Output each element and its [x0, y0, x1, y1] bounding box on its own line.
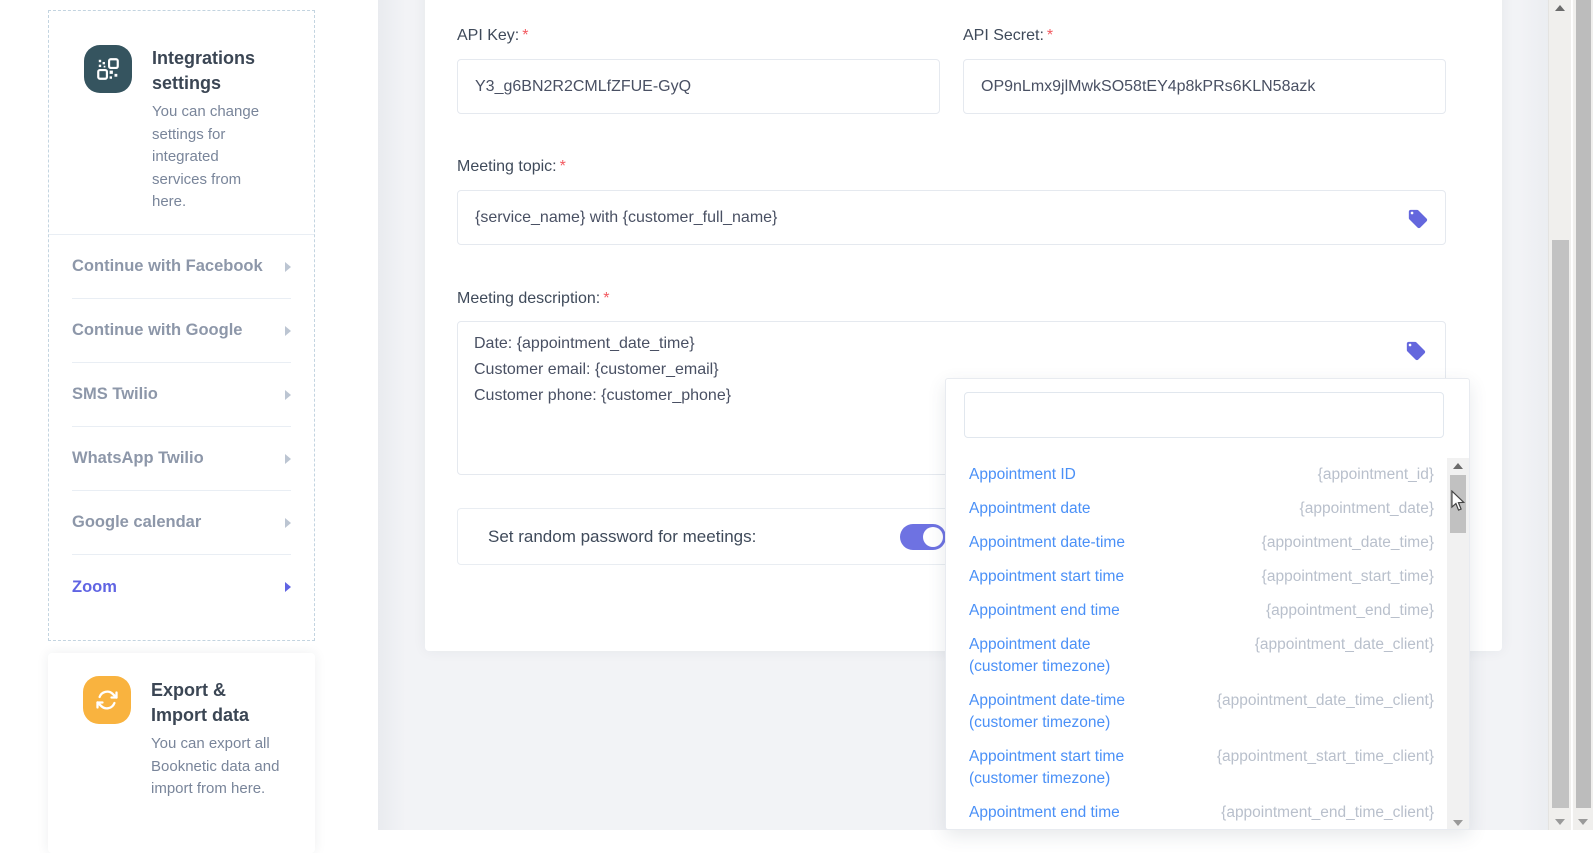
placeholder-list: Appointment ID {appointment_id} Appointm…	[969, 458, 1434, 830]
sidebar-nav-item-label: WhatsApp Twilio	[72, 449, 204, 468]
required-asterisk: *	[1047, 27, 1053, 44]
sidebar-nav-item-label: Google calendar	[72, 513, 201, 532]
required-asterisk: *	[603, 290, 609, 307]
tag-icon[interactable]	[1405, 340, 1427, 362]
placeholder-item-sublabel: (customer timezone)	[969, 712, 1125, 734]
sidebar-nav-item-label: SMS Twilio	[72, 385, 158, 404]
export-import-description: You can export all Booknetic data and im…	[151, 733, 286, 801]
placeholder-item-sublabel: (customer timezone)	[969, 768, 1124, 790]
qr-grid-icon	[84, 45, 132, 93]
scroll-down-icon[interactable]	[1578, 819, 1588, 825]
toggle-knob	[923, 527, 943, 547]
sidebar-nav-item[interactable]: Zoom	[72, 555, 291, 619]
chevron-right-icon	[285, 390, 291, 400]
scrollbar-thumb[interactable]	[1576, 0, 1591, 808]
integrations-nav: Continue with Facebook Continue with Goo…	[49, 234, 314, 619]
chevron-right-icon	[285, 454, 291, 464]
integrations-settings-card: Integrations settings You can change set…	[48, 10, 315, 641]
scroll-down-icon[interactable]	[1555, 819, 1565, 825]
placeholder-item-label: Appointment date-time	[969, 690, 1125, 712]
placeholder-item-label: Appointment date	[969, 498, 1091, 520]
random-password-toggle[interactable]	[900, 524, 946, 550]
export-import-title: Export & Import data	[151, 678, 271, 728]
sync-icon	[83, 676, 131, 724]
placeholder-item[interactable]: Appointment start time {appointment_star…	[969, 560, 1434, 594]
scroll-up-icon[interactable]	[1453, 463, 1463, 469]
placeholder-item[interactable]: Appointment date-time {appointment_date_…	[969, 526, 1434, 560]
placeholder-item-label: Appointment start time	[969, 566, 1124, 588]
placeholder-item-label: Appointment date	[969, 634, 1110, 656]
placeholder-item-label: Appointment date-time	[969, 532, 1125, 554]
placeholder-item[interactable]: Appointment end time {appointment_end_ti…	[969, 594, 1434, 628]
placeholder-item[interactable]: Appointment ID {appointment_id}	[969, 458, 1434, 492]
sidebar-nav-item-label: Continue with Google	[72, 321, 242, 340]
scroll-down-icon[interactable]	[1453, 820, 1463, 826]
placeholder-item[interactable]: Appointment start time (customer timezon…	[969, 740, 1434, 796]
placeholder-item-label: Appointment end time	[969, 802, 1120, 824]
integrations-settings-title: Integrations settings	[152, 46, 272, 96]
placeholder-item-code: {appointment_date_client}	[1255, 634, 1434, 656]
sidebar-nav-item[interactable]: Google calendar	[72, 491, 291, 555]
placeholder-item[interactable]: Appointment end time {appointment_end_ti…	[969, 796, 1434, 830]
mouse-cursor	[1450, 490, 1466, 517]
api-key-label: API Key:*	[457, 27, 528, 45]
placeholder-item-code: {appointment_start_time_client}	[1217, 746, 1434, 768]
sidebar-nav-item-label: Zoom	[72, 578, 117, 597]
meeting-description-label: Meeting description:*	[457, 290, 609, 308]
scrollbar-thumb[interactable]	[1552, 240, 1569, 808]
sidebar-nav-item[interactable]: WhatsApp Twilio	[72, 427, 291, 491]
chevron-right-icon	[285, 262, 291, 272]
scroll-up-icon[interactable]	[1555, 5, 1565, 11]
chevron-right-icon	[285, 326, 291, 336]
chevron-right-icon	[285, 582, 291, 592]
placeholder-item-code: {appointment_end_time}	[1266, 600, 1434, 622]
api-key-input[interactable]	[457, 59, 940, 114]
api-secret-label: API Secret:*	[963, 27, 1053, 45]
export-import-card: Export & Import data You can export all …	[48, 653, 315, 853]
sidebar-nav-item[interactable]: Continue with Facebook	[72, 235, 291, 299]
sidebar-nav-item[interactable]: Continue with Google	[72, 299, 291, 363]
tag-icon[interactable]	[1407, 208, 1429, 230]
placeholder-search-input[interactable]	[964, 392, 1444, 438]
required-asterisk: *	[522, 27, 528, 44]
placeholder-item-label: Appointment end time	[969, 600, 1120, 622]
api-secret-input[interactable]	[963, 59, 1446, 114]
placeholder-item-code: {appointment_date_time}	[1262, 532, 1434, 554]
placeholder-item[interactable]: Appointment date-time (customer timezone…	[969, 684, 1434, 740]
page-scrollbar[interactable]	[1548, 0, 1571, 830]
sidebar-nav-item-label: Continue with Facebook	[72, 257, 263, 276]
placeholder-item-sublabel: (customer timezone)	[969, 656, 1110, 678]
chevron-right-icon	[285, 518, 291, 528]
placeholders-dropdown: Appointment ID {appointment_id} Appointm…	[945, 378, 1470, 830]
random-password-label: Set random password for meetings:	[488, 527, 756, 547]
meeting-topic-label: Meeting topic:*	[457, 158, 566, 176]
placeholder-item[interactable]: Appointment date (customer timezone) {ap…	[969, 628, 1434, 684]
placeholder-item-code: {appointment_id}	[1318, 464, 1434, 486]
placeholder-item-label: Appointment start time	[969, 746, 1124, 768]
integrations-settings-description: You can change settings for integrated s…	[152, 101, 274, 214]
placeholder-item[interactable]: Appointment date {appointment_date}	[969, 492, 1434, 526]
placeholder-item-label: Appointment ID	[969, 464, 1076, 486]
meeting-topic-input[interactable]	[457, 190, 1446, 245]
sidebar-nav-item[interactable]: SMS Twilio	[72, 363, 291, 427]
placeholder-item-code: {appointment_start_time}	[1262, 566, 1434, 588]
placeholder-item-code: {appointment_date_time_client}	[1217, 690, 1434, 712]
browser-scrollbar[interactable]	[1572, 0, 1593, 830]
placeholder-item-code: {appointment_date}	[1300, 498, 1434, 520]
required-asterisk: *	[560, 158, 566, 175]
placeholder-item-code: {appointment_end_time_client}	[1221, 802, 1434, 824]
